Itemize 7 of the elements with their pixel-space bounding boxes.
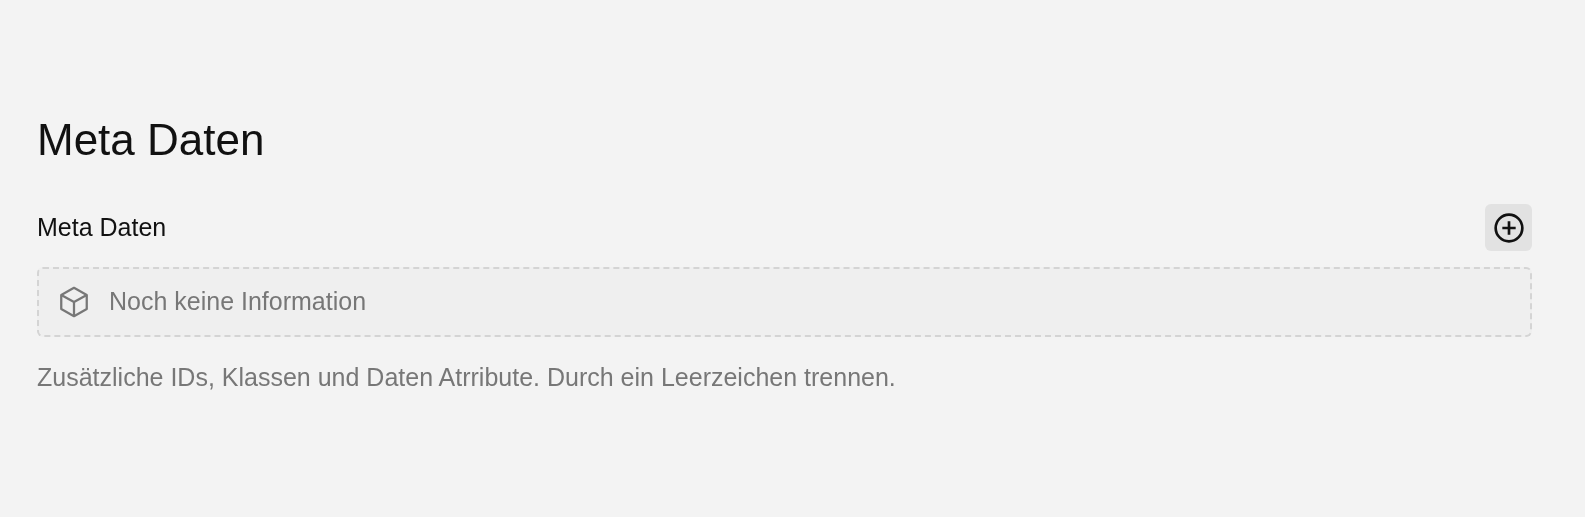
help-text: Zusätzliche IDs, Klassen und Daten Atrribute. Durch ein Leerzeichen trennen. xyxy=(37,362,896,393)
add-icon xyxy=(1492,211,1525,244)
add-button[interactable] xyxy=(1485,204,1532,251)
section-title: Meta Daten xyxy=(37,114,265,166)
cube-icon xyxy=(57,285,91,319)
field-label: Meta Daten xyxy=(37,211,167,243)
empty-state-text: Noch keine Information xyxy=(109,286,367,318)
